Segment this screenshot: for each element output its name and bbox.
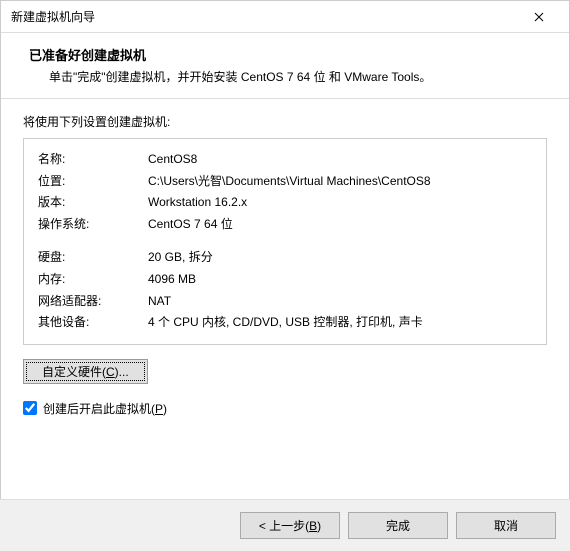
label-network: 网络适配器: xyxy=(38,291,148,313)
summary-row-os: 操作系统: CentOS 7 64 位 xyxy=(38,214,532,236)
header-title: 已准备好创建虚拟机 xyxy=(29,45,549,64)
value-disk: 20 GB, 拆分 xyxy=(148,247,532,269)
value-name: CentOS8 xyxy=(148,149,532,171)
value-version: Workstation 16.2.x xyxy=(148,192,532,214)
label-os: 操作系统: xyxy=(38,214,148,236)
titlebar: 新建虚拟机向导 xyxy=(1,1,569,33)
value-location: C:\Users\光智\Documents\Virtual Machines\C… xyxy=(148,171,532,193)
poweron-label[interactable]: 创建后开启此虚拟机(P) xyxy=(43,400,167,417)
wizard-footer: < 上一步(B) 完成 取消 xyxy=(0,499,570,551)
close-icon[interactable] xyxy=(519,3,559,31)
summary-row-memory: 内存: 4096 MB xyxy=(38,269,532,291)
label-name: 名称: xyxy=(38,149,148,171)
poweron-checkbox[interactable] xyxy=(23,401,37,415)
cancel-button[interactable]: 取消 xyxy=(456,512,556,539)
value-network: NAT xyxy=(148,291,532,313)
summary-row-version: 版本: Workstation 16.2.x xyxy=(38,192,532,214)
summary-box: 名称: CentOS8 位置: C:\Users\光智\Documents\Vi… xyxy=(23,138,547,345)
summary-row-other: 其他设备: 4 个 CPU 内核, CD/DVD, USB 控制器, 打印机, … xyxy=(38,312,532,334)
poweron-checkbox-row[interactable]: 创建后开启此虚拟机(P) xyxy=(23,400,547,417)
wizard-header: 已准备好创建虚拟机 单击"完成"创建虚拟机，并开始安装 CentOS 7 64 … xyxy=(1,33,569,99)
back-button[interactable]: < 上一步(B) xyxy=(240,512,340,539)
header-description: 单击"完成"创建虚拟机，并开始安装 CentOS 7 64 位 和 VMware… xyxy=(29,68,549,86)
value-memory: 4096 MB xyxy=(148,269,532,291)
label-version: 版本: xyxy=(38,192,148,214)
window-title: 新建虚拟机向导 xyxy=(11,8,519,25)
summary-row-location: 位置: C:\Users\光智\Documents\Virtual Machin… xyxy=(38,171,532,193)
value-other: 4 个 CPU 内核, CD/DVD, USB 控制器, 打印机, 声卡 xyxy=(148,312,532,334)
intro-text: 将使用下列设置创建虚拟机: xyxy=(23,113,547,130)
content-area: 将使用下列设置创建虚拟机: 名称: CentOS8 位置: C:\Users\光… xyxy=(1,99,569,427)
label-location: 位置: xyxy=(38,171,148,193)
label-disk: 硬盘: xyxy=(38,247,148,269)
label-other: 其他设备: xyxy=(38,312,148,334)
summary-row-name: 名称: CentOS8 xyxy=(38,149,532,171)
summary-row-disk: 硬盘: 20 GB, 拆分 xyxy=(38,247,532,269)
value-os: CentOS 7 64 位 xyxy=(148,214,532,236)
label-memory: 内存: xyxy=(38,269,148,291)
customize-hardware-button[interactable]: 自定义硬件(C)... xyxy=(23,359,148,384)
summary-row-network: 网络适配器: NAT xyxy=(38,291,532,313)
finish-button[interactable]: 完成 xyxy=(348,512,448,539)
